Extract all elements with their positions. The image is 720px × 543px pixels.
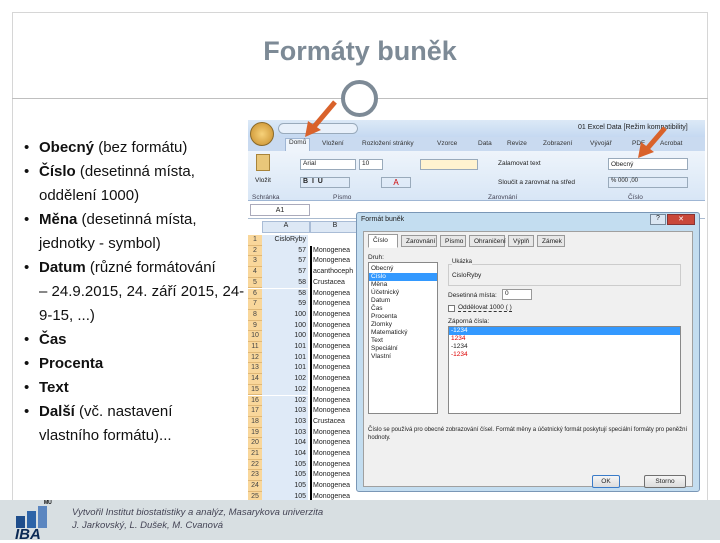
footer-line-1: Vytvořil Institut biostatistiky a analýz… (72, 507, 324, 518)
arrow-to-home-tab-icon (305, 100, 337, 137)
arrow-overlay (305, 100, 667, 158)
logo-mu: MU (44, 500, 52, 506)
office-button-icon (250, 122, 274, 146)
iba-logo: MU IBA (14, 500, 52, 543)
arrow-to-number-format-icon (638, 126, 667, 158)
logo-text: IBA (15, 526, 41, 543)
footer-line-2: J. Jarkovský, L. Dušek, M. Cvanová (72, 520, 223, 531)
footer-credits: Vytvořil Institut biostatistiky a analýz… (72, 506, 323, 532)
